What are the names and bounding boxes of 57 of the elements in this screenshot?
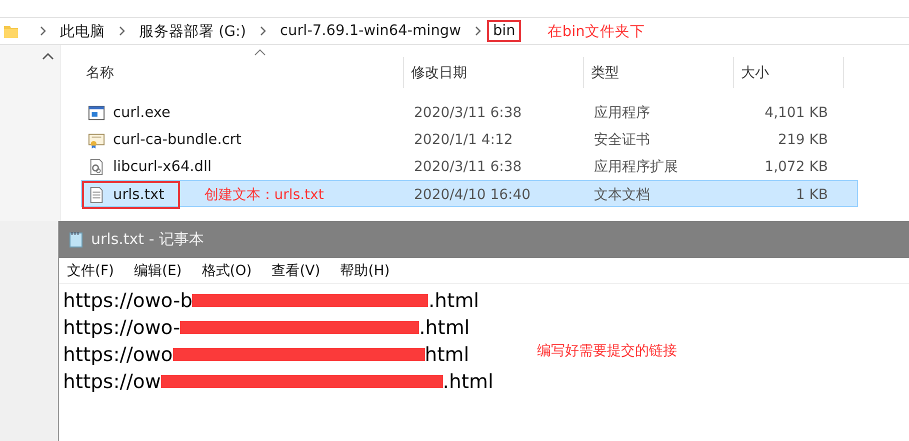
menu-item[interactable]: 帮助(H) — [332, 262, 398, 280]
url-text: https://owo- — [63, 315, 180, 341]
date-cell-text: 2020/3/11 6:38 — [413, 104, 523, 120]
date-cell-text: 2020/3/11 6:38 — [413, 158, 523, 174]
url-text: .html — [442, 369, 494, 395]
column-header[interactable]: 大小 — [734, 57, 844, 88]
folder-icon — [4, 23, 18, 39]
type-cell-text: 安全证书 — [593, 130, 651, 148]
file-row[interactable]: curl.exe 2020/3/11 6:38 应用程序 4,101 KB — [81, 99, 858, 126]
file-row[interactable]: curl-ca-bundle.crt 2020/1/1 4:12 安全证书 219 KB — [81, 126, 858, 153]
size-cell-text: 1,072 KB — [764, 158, 829, 174]
type-cell-text: 文本文档 — [593, 186, 651, 204]
gear-file-icon — [88, 158, 105, 176]
chevron-icon — [39, 26, 47, 36]
date-cell-text: 2020/1/1 4:12 — [413, 132, 514, 148]
text-area[interactable]: https://owo-b .html https://owo- .html https://owo html https://ow .html 编写好需要提交的链接 — [59, 284, 909, 441]
column-header[interactable]: 类型 — [584, 57, 734, 88]
sort-caret-icon — [254, 49, 266, 56]
notepad-icon — [69, 231, 83, 248]
chevron-icon — [259, 26, 268, 36]
url-text: .html — [419, 315, 470, 341]
file-row[interactable]: urls.txt 创建文本：urls.txt 2020/4/10 16:40 文本文档 1 KB — [81, 180, 858, 207]
annotation-note: 在bin文件夹下 — [547, 22, 645, 40]
url-text: https://owo — [63, 342, 173, 368]
breadcrumb-item[interactable]: curl-7.69.1-win64-mingw — [278, 23, 463, 39]
file-name: libcurl-x64.dll — [113, 158, 212, 174]
url-text: html — [424, 342, 470, 368]
annotation-note: 创建文本：urls.txt — [204, 186, 324, 204]
type-cell-text: 应用程序 — [593, 104, 651, 122]
file-name: curl.exe — [113, 104, 170, 120]
breadcrumb-item[interactable]: bin — [486, 20, 522, 42]
window-title: urls.txt - 记事本 — [91, 230, 204, 249]
breadcrumb-item[interactable]: 服务器部署 (G:) — [137, 22, 248, 40]
column-header[interactable]: 名称 — [79, 57, 404, 88]
type-cell-text: 应用程序扩展 — [593, 158, 679, 176]
url-text: .html — [428, 288, 480, 314]
url-text: https://owo-b — [63, 288, 192, 314]
chevron-icon — [474, 26, 482, 36]
column-header[interactable]: 修改日期 — [404, 57, 584, 88]
chevron-icon — [118, 26, 126, 36]
annotation-note: 编写好需要提交的链接 — [537, 342, 677, 360]
menu-item[interactable]: 格式(O) — [194, 262, 260, 280]
text-file-icon — [88, 186, 105, 204]
program-icon — [88, 104, 105, 122]
file-row[interactable]: libcurl-x64.dll 2020/3/11 6:38 应用程序扩展 1,072 KB — [81, 153, 858, 180]
file-name: curl-ca-bundle.crt — [113, 132, 242, 148]
url-text: https://ow — [63, 369, 161, 395]
breadcrumb-item[interactable]: 此电脑 — [58, 22, 107, 40]
date-cell-text: 2020/4/10 16:40 — [413, 187, 532, 203]
file-name: urls.txt — [113, 187, 164, 203]
menu-item[interactable]: 查看(V) — [264, 262, 328, 280]
menu-item[interactable]: 文件(F) — [59, 262, 122, 280]
size-cell-text: 219 KB — [777, 132, 829, 148]
size-cell-text: 1 KB — [794, 187, 829, 203]
size-cell-text: 4,101 KB — [764, 104, 829, 120]
scroll-up-icon — [42, 52, 54, 60]
menu-item[interactable]: 编辑(E) — [126, 262, 190, 280]
